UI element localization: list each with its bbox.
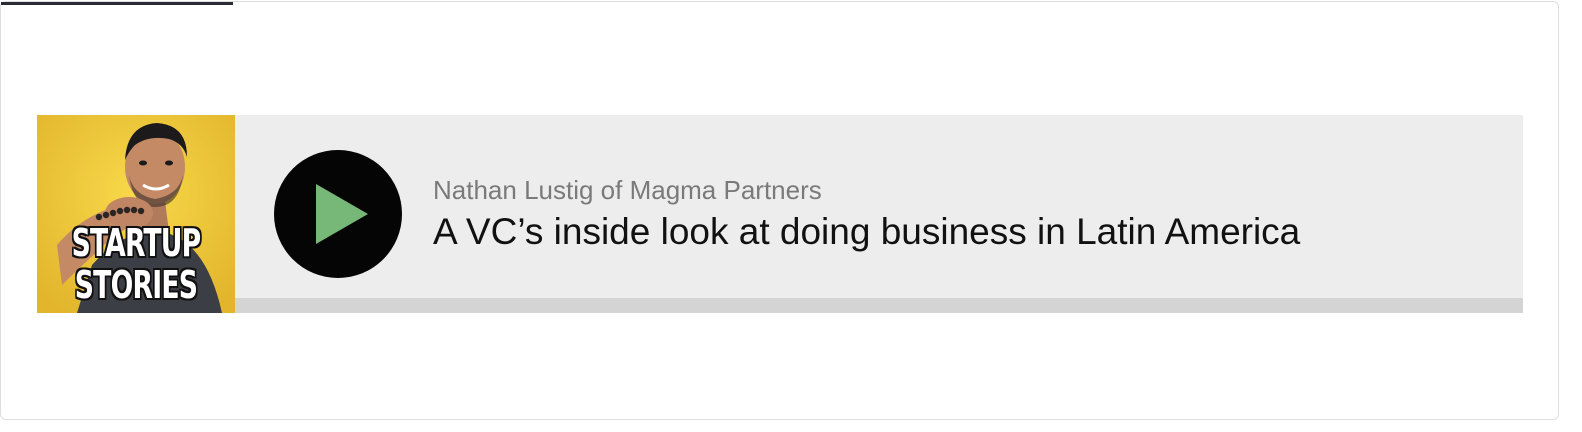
playback-progress-bar[interactable]	[235, 298, 1523, 313]
play-button[interactable]	[274, 150, 402, 278]
play-icon	[316, 184, 368, 244]
episode-title: A VC’s inside look at doing business in …	[433, 211, 1301, 252]
artwork-title-line-2: STORIES	[74, 263, 198, 307]
page-load-progress-bar	[1, 2, 233, 5]
podcast-artwork: STARTUP STORIES	[37, 115, 235, 313]
podcast-player-card: STARTUP STORIES Nathan Lustig of Magma P…	[0, 1, 1559, 420]
embedded-audio-player: STARTUP STORIES Nathan Lustig of Magma P…	[37, 115, 1523, 313]
episode-guest: Nathan Lustig of Magma Partners	[433, 175, 822, 205]
artwork-title-line-1: STARTUP	[71, 221, 202, 265]
